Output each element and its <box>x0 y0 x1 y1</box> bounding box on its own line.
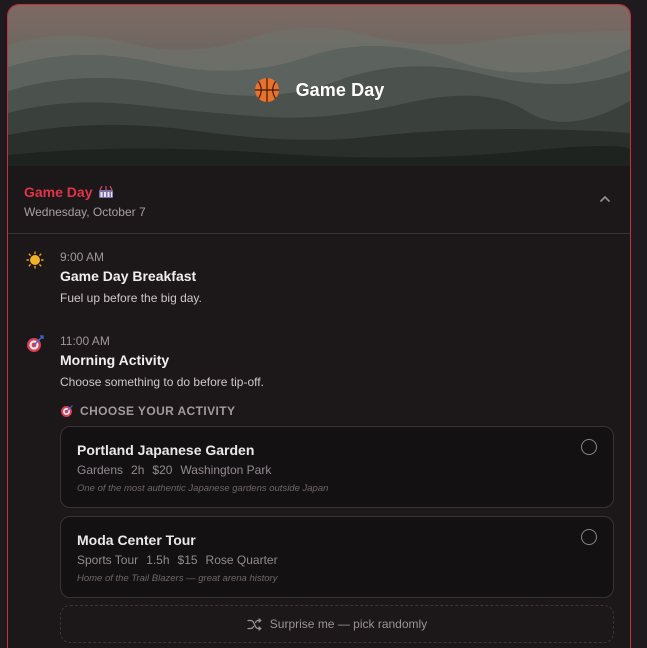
hero-title: Game Day <box>295 79 385 100</box>
section-title: Game Day <box>24 184 93 200</box>
option-location: Rose Quarter <box>205 553 278 567</box>
day-section-header[interactable]: Game Day Wednesday, October 7 <box>8 166 630 234</box>
hero-banner: Game Day <box>8 5 630 166</box>
option-location: Washington Park <box>180 463 272 477</box>
chevron-up-icon[interactable] <box>598 192 612 206</box>
shuffle-icon <box>247 617 262 631</box>
surprise-me-label: Surprise me — pick randomly <box>269 617 428 631</box>
hero-title-row: Game Day <box>8 73 630 107</box>
sun-icon <box>26 251 44 269</box>
option-name: Portland Japanese Garden <box>77 442 255 458</box>
event-name: Morning Activity <box>60 352 170 368</box>
option-category: Sports Tour <box>77 553 139 567</box>
option-radio[interactable] <box>581 439 597 455</box>
option-price: $15 <box>177 553 198 567</box>
event-description: Choose something to do before tip-off. <box>60 375 264 389</box>
choose-activity-label: CHOOSE YOUR ACTIVITY <box>60 404 235 418</box>
event-name: Game Day Breakfast <box>60 268 197 284</box>
activity-option-japanese-garden[interactable]: Portland Japanese Garden Gardens 2h $20 … <box>60 426 614 508</box>
option-note: One of the most authentic Japanese garde… <box>77 483 329 494</box>
option-duration: 2h <box>131 463 145 477</box>
option-price: $20 <box>152 463 173 477</box>
option-meta: Sports Tour 1.5h $15 Rose Quarter <box>77 553 278 567</box>
option-meta: Gardens 2h $20 Washington Park <box>77 463 271 477</box>
activity-option-moda-center-tour[interactable]: Moda Center Tour Sports Tour 1.5h $15 Ro… <box>60 516 614 598</box>
option-radio[interactable] <box>581 529 597 545</box>
option-note: Home of the Trail Blazers — great arena … <box>77 573 278 584</box>
event-description: Fuel up before the big day. <box>60 291 202 305</box>
option-category: Gardens <box>77 463 124 477</box>
target-icon <box>61 405 73 417</box>
surprise-me-button[interactable]: Surprise me — pick randomly <box>60 605 614 643</box>
choose-activity-text: CHOOSE YOUR ACTIVITY <box>80 404 236 418</box>
section-date: Wednesday, October 7 <box>24 205 146 219</box>
basketball-icon <box>254 78 279 102</box>
event-time: 11:00 AM <box>60 334 110 348</box>
option-name: Moda Center Tour <box>77 532 196 548</box>
event-time: 9:00 AM <box>60 250 105 264</box>
option-duration: 1.5h <box>146 553 170 567</box>
section-title-row: Game Day <box>24 184 614 200</box>
target-icon <box>27 335 44 352</box>
stadium-icon <box>99 185 114 198</box>
itinerary-card: Game Day Game Day Wednesday, October 7 9… <box>7 4 631 648</box>
